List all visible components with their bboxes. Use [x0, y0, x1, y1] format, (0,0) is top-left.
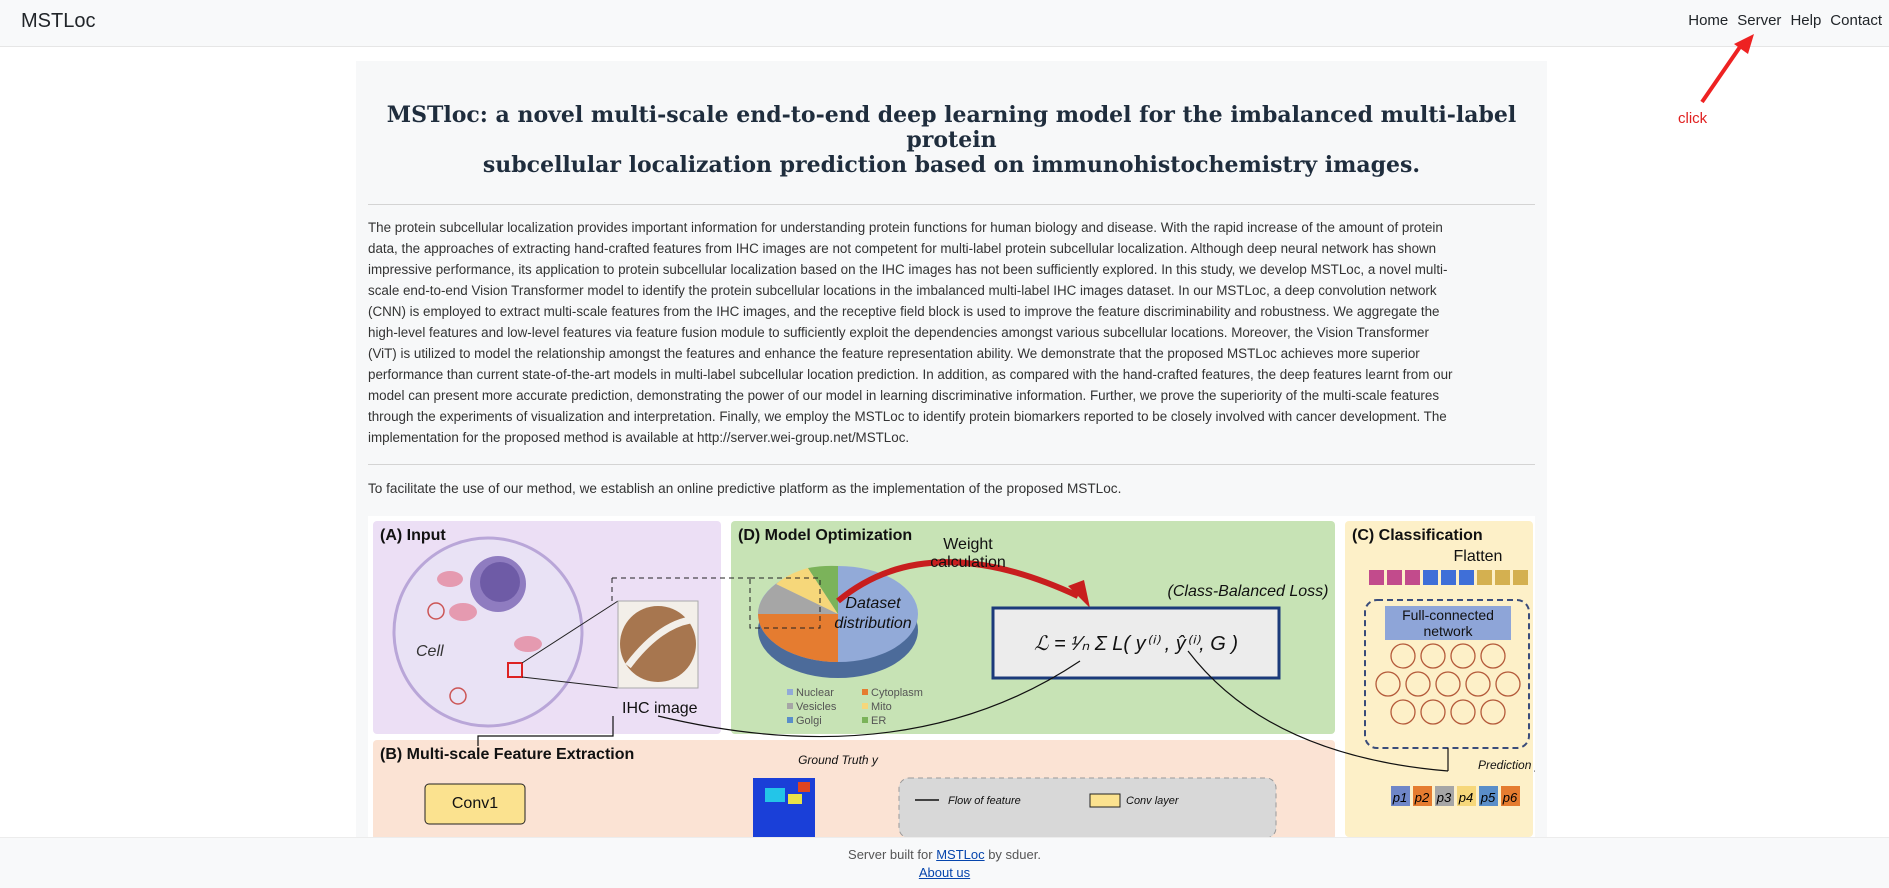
ihc-label: IHC image — [622, 700, 698, 717]
legend-swatch — [862, 703, 868, 709]
svg-text:p3: p3 — [1436, 790, 1452, 805]
abstract-line: (ViT) is utilized to model the relations… — [368, 346, 1420, 361]
legend-golgi: Golgi — [796, 715, 822, 727]
navbar: MSTLoc Home Server Help Contact — [0, 0, 1889, 47]
legend-swatch — [787, 689, 793, 695]
panel-d-title: (D) Model Optimization — [738, 527, 912, 544]
abstract-line: performance than current state-of-the-ar… — [368, 367, 1453, 382]
legend-swatch — [787, 703, 793, 709]
svg-text:p1: p1 — [1392, 790, 1407, 805]
fc-label-1: Full-connected — [1402, 607, 1494, 623]
mito-drawing — [437, 571, 463, 587]
fc-label-2: network — [1423, 623, 1473, 639]
nav-contact[interactable]: Contact — [1830, 12, 1882, 29]
abstract-line: high-level features and low-level featur… — [368, 325, 1429, 340]
model-figure: (A) Input Cell IHC image (D) Model Optim… — [368, 516, 1535, 837]
abstract-line: scale end-to-end Vision Transformer mode… — [368, 283, 1437, 298]
footer-about: About us — [0, 865, 1889, 880]
svg-text:p5: p5 — [1480, 790, 1496, 805]
flow-label: Flow of feature — [948, 795, 1021, 807]
flatten-label: Flatten — [1454, 548, 1503, 565]
heatmap-spot — [798, 782, 810, 792]
flatten-vector — [1369, 570, 1528, 585]
conv1-label: Conv1 — [452, 795, 498, 812]
dataset-label-2: distribution — [834, 615, 911, 632]
dataset-label-1: Dataset — [845, 595, 901, 612]
legend-nuclear: Nuclear — [796, 687, 834, 699]
loss-formula: ℒ = ¹⁄ₙ Σ L( y⁽ⁱ⁾ , ŷ⁽ⁱ⁾, G ) — [1034, 633, 1238, 655]
platform-note: To facilitate the use of our method, we … — [368, 481, 1122, 496]
divider-top — [368, 204, 1535, 205]
legend-vesicles: Vesicles — [796, 701, 837, 713]
footer-mstloc-link[interactable]: MSTLoc — [936, 847, 984, 862]
legend-cytoplasm: Cytoplasm — [871, 687, 923, 699]
legend-swatch — [862, 689, 868, 695]
about-us-link[interactable]: About us — [919, 865, 970, 880]
conv-layer-label: Conv layer — [1126, 795, 1180, 807]
footer-suffix: by sduer. — [984, 847, 1041, 862]
abstract-line: (CNN) is employed to extract multi-scale… — [368, 304, 1440, 319]
legend-box — [898, 777, 1277, 837]
figure-diagram: (A) Input Cell IHC image (D) Model Optim… — [373, 521, 1535, 837]
panel-a-title: (A) Input — [380, 527, 446, 544]
legend-er: ER — [871, 715, 886, 727]
divider-bottom — [368, 464, 1535, 465]
svg-text:p6: p6 — [1502, 790, 1518, 805]
heatmap-spot — [788, 794, 802, 804]
footer-prefix: Server built for — [848, 847, 937, 862]
svg-text:p2: p2 — [1414, 790, 1430, 805]
footer-credit: Server built for MSTLoc by sduer. — [0, 847, 1889, 862]
footer: Server built for MSTLoc by sduer. About … — [0, 837, 1889, 888]
abstract-line: model can present more accurate predicti… — [368, 388, 1440, 403]
heatmap-spot — [765, 788, 785, 802]
loss-label: (Class-Balanced Loss) — [1168, 583, 1329, 600]
panel-c-title: (C) Classification — [1352, 527, 1483, 544]
ground-truth-label: Ground Truth y — [798, 753, 879, 767]
abstract: The protein subcellular localization pro… — [368, 217, 1536, 448]
abstract-line: through the experiments of visualization… — [368, 409, 1447, 424]
annotation-click-label: click — [1678, 110, 1708, 127]
abstract-line: data, the approaches of extracting hand-… — [368, 241, 1437, 256]
prediction-label: Prediction ŷ — [1478, 758, 1535, 772]
abstract-line: impressive performance, its application … — [368, 262, 1448, 277]
nav-home[interactable]: Home — [1688, 12, 1728, 29]
weight-label-2: calculation — [930, 554, 1006, 571]
conv-layer-swatch — [1089, 793, 1121, 808]
legend-swatch — [787, 717, 793, 723]
ihc-tissue-drawing — [620, 606, 696, 682]
nav-help[interactable]: Help — [1790, 12, 1821, 29]
abstract-line: implementation for the proposed method i… — [368, 430, 910, 445]
abstract-line: The protein subcellular localization pro… — [368, 220, 1443, 235]
mito-drawing — [514, 636, 542, 652]
svg-text:p4: p4 — [1458, 790, 1473, 805]
brand-logo[interactable]: MSTLoc — [21, 10, 95, 33]
weight-label-1: Weight — [943, 536, 993, 553]
cell-label: Cell — [416, 643, 444, 660]
legend-mito: Mito — [871, 701, 892, 713]
mito-drawing — [449, 603, 477, 621]
panel-b-title: (B) Multi-scale Feature Extraction — [380, 746, 634, 763]
main-content: MSTloc: a novel multi-scale end-to-end d… — [356, 61, 1547, 837]
legend-swatch — [862, 717, 868, 723]
nucleolus-drawing — [480, 562, 520, 602]
title-line-1: MSTloc: a novel multi-scale end-to-end d… — [386, 102, 1517, 153]
nav-links: Home Server Help Contact — [1688, 12, 1882, 29]
title-line-2: subcellular localization prediction base… — [482, 152, 1421, 178]
nav-server[interactable]: Server — [1737, 12, 1781, 29]
page-title: MSTloc: a novel multi-scale end-to-end d… — [356, 103, 1547, 178]
